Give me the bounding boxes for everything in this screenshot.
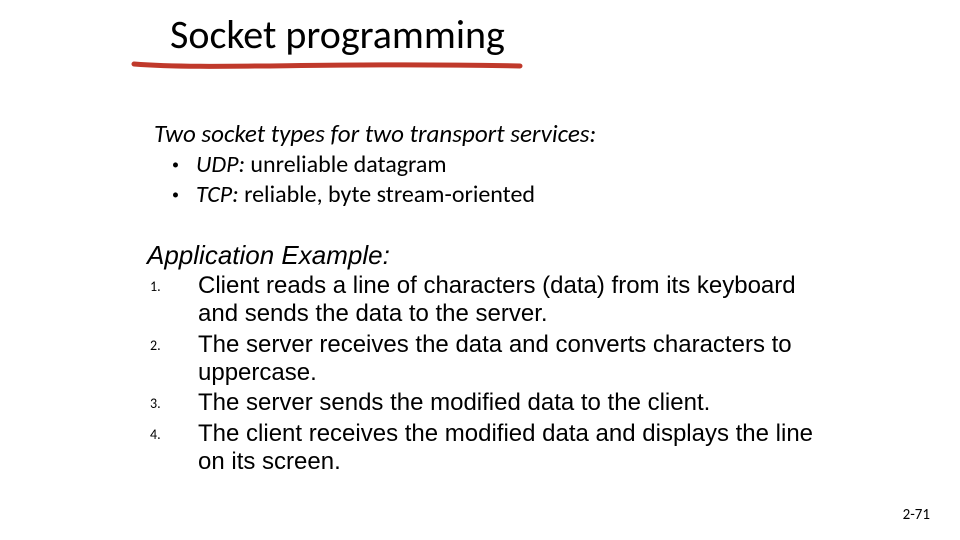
list-item: • UDP: unreliable datagram [172,150,535,180]
title-underline [128,58,528,76]
bullet-icon: • [172,180,196,204]
list-item: • TCP: reliable, byte stream-oriented [172,180,535,210]
list-item: 1. Client reads a line of characters (da… [150,272,830,329]
list-item-text: TCP: reliable, byte stream-oriented [196,180,535,210]
step-number: 1. [150,272,198,296]
socket-types-list: • UDP: unreliable datagram • TCP: reliab… [172,150,535,210]
protocol-desc: reliable, byte stream-oriented [244,180,535,209]
step-text: The server receives the data and convert… [198,331,830,388]
slide: Socket programming Two socket types for … [0,0,960,540]
list-item-text: UDP: unreliable datagram [196,150,447,180]
step-number: 2. [150,331,198,355]
step-number: 3. [150,389,198,413]
protocol-label: UDP: [196,150,245,179]
step-text: Client reads a line of characters (data)… [198,272,830,329]
protocol-label: TCP: [196,180,239,209]
step-text: The server sends the modified data to th… [198,389,830,417]
list-item: 4. The client receives the modified data… [150,420,830,477]
list-item: 3. The server sends the modified data to… [150,389,830,417]
bullet-icon: • [172,150,196,174]
step-text: The client receives the modified data an… [198,420,830,477]
list-item: 2. The server receives the data and conv… [150,331,830,388]
slide-title: Socket programming [170,10,505,59]
step-number: 4. [150,420,198,444]
protocol-desc: unreliable datagram [250,150,446,179]
intro-line: Two socket types for two transport servi… [154,118,596,149]
page-number: 2-71 [903,506,930,524]
example-heading: Application Example: [147,240,390,271]
example-steps-list: 1. Client reads a line of characters (da… [150,272,830,478]
